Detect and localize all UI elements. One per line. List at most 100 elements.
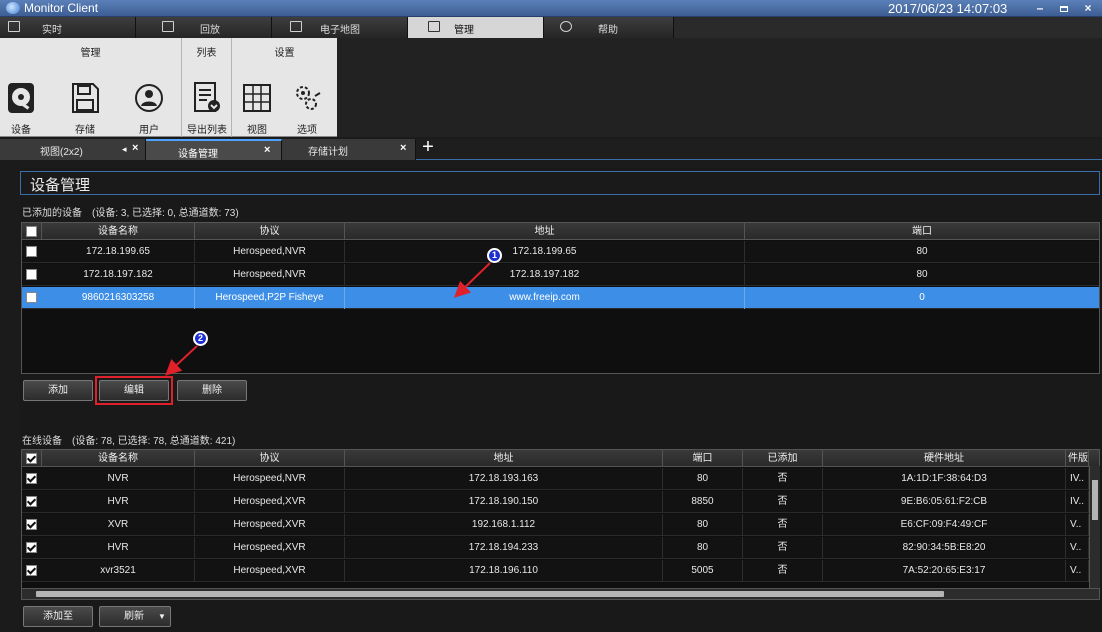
col-protocol[interactable]: 协议	[195, 450, 345, 467]
online-devices-caption: 在线设备 (设备: 78, 已选择: 78, 总通道数: 421)	[22, 436, 236, 447]
grid-view-icon	[243, 84, 271, 112]
cell-address: 172.18.190.150	[345, 491, 663, 513]
doc-tab-storage-plan[interactable]: 存储计划 ×	[282, 139, 416, 160]
cell-added: 否	[743, 514, 823, 536]
row-checkbox[interactable]	[26, 565, 37, 576]
nav-tab-help[interactable]: 帮助	[544, 17, 674, 38]
cell-address: 192.168.1.112	[345, 514, 663, 536]
row-checkbox[interactable]	[26, 473, 37, 484]
scrollbar-thumb[interactable]	[1092, 480, 1098, 520]
cell-port: 5005	[663, 560, 743, 582]
row-checkbox[interactable]	[26, 519, 37, 530]
ribbon-panel: 管理 设备 存储 用户 列表 导出列表 设置 视图 选项	[0, 38, 337, 137]
add-to-button[interactable]: 添加至	[23, 606, 93, 627]
cell-ver: V..	[1066, 537, 1089, 559]
app-window: Monitor Client 2017/06/23 14:07:03 – × 实…	[0, 0, 1102, 632]
cell-name: NVR	[42, 468, 195, 490]
help-icon	[560, 21, 572, 32]
col-firmware-version[interactable]: 件版	[1066, 450, 1089, 467]
col-protocol[interactable]: 协议	[195, 223, 345, 240]
cell-ver: IV..	[1066, 468, 1089, 490]
cell-address: 172.18.196.110	[345, 560, 663, 582]
cell-added: 否	[743, 537, 823, 559]
close-window-button[interactable]: ×	[1076, 0, 1100, 17]
row-checkbox[interactable]	[26, 292, 37, 303]
cell-protocol: Herospeed,XVR	[195, 537, 345, 559]
cell-name: HVR	[42, 491, 195, 513]
refresh-button[interactable]: 刷新 ▼	[99, 606, 171, 627]
delete-button[interactable]: 删除	[177, 380, 247, 401]
select-all-checkbox[interactable]	[26, 226, 37, 237]
export-list-icon	[194, 82, 220, 112]
cell-ver: V..	[1066, 514, 1089, 536]
cell-added: 否	[743, 560, 823, 582]
doc-tab-device-manage[interactable]: 设备管理 ×	[146, 139, 282, 160]
folder-icon	[428, 21, 440, 32]
close-tab-icon[interactable]: ×	[132, 142, 138, 154]
nav-tab-manage[interactable]: 管理	[408, 17, 544, 38]
table-row[interactable]: 172.18.199.65 Herospeed,NVR 172.18.199.6…	[22, 241, 1099, 263]
play-icon	[162, 21, 174, 32]
table-row[interactable]: HVR Herospeed,XVR 172.18.194.233 80 否 82:90:3…	[22, 537, 1089, 559]
app-logo-icon	[6, 2, 20, 14]
cell-mac: 1A:1D:1F:38:64:D3	[823, 468, 1066, 490]
col-port[interactable]: 端口	[663, 450, 743, 467]
doc-tab-view[interactable]: 视图(2x2) ◂ ×	[0, 139, 146, 160]
vertical-scrollbar[interactable]	[1089, 466, 1100, 588]
close-tab-icon[interactable]: ×	[400, 142, 406, 154]
col-device-name[interactable]: 设备名称	[42, 223, 195, 240]
table-row[interactable]: HVR Herospeed,XVR 172.18.190.150 8850 否 9E:B6…	[22, 491, 1089, 513]
gears-icon	[296, 86, 321, 110]
cell-added: 否	[743, 491, 823, 513]
cell-address: 172.18.194.233	[345, 537, 663, 559]
cell-protocol: Herospeed,XVR	[195, 560, 345, 582]
col-device-name[interactable]: 设备名称	[42, 450, 195, 467]
scrollbar-thumb[interactable]	[36, 591, 944, 597]
cell-ver: V..	[1066, 560, 1089, 582]
nav-tab-live[interactable]: 实时	[0, 17, 136, 38]
cell-name: xvr3521	[42, 560, 195, 582]
cell-mac: 7A:52:20:65:E3:17	[823, 560, 1066, 582]
row-checkbox[interactable]	[26, 496, 37, 507]
step-badge-2: 2	[193, 331, 208, 346]
nav-tab-playback[interactable]: 回放	[136, 17, 272, 38]
col-added[interactable]: 已添加	[743, 450, 823, 467]
table-row[interactable]: NVR Herospeed,NVR 172.18.193.163 80 否 1A:1D:1…	[22, 468, 1089, 490]
cell-mac: 82:90:34:5B:E8:20	[823, 537, 1066, 559]
col-hardware-address[interactable]: 硬件地址	[823, 450, 1066, 467]
select-all-checkbox[interactable]	[26, 453, 37, 464]
table-row[interactable]: 172.18.197.182 Herospeed,NVR 172.18.197.…	[22, 264, 1099, 286]
cell-name: XVR	[42, 514, 195, 536]
table-row[interactable]: XVR Herospeed,XVR 192.168.1.112 80 否 E6:CF:09…	[22, 514, 1089, 536]
cell-port: 80	[663, 537, 743, 559]
cell-protocol: Herospeed,NVR	[195, 468, 345, 490]
row-checkbox[interactable]	[26, 542, 37, 553]
added-devices-table: 设备名称 协议 地址 端口 172.18.199.65 Herospeed,NV…	[21, 222, 1100, 374]
table-row[interactable]: xvr3521 Herospeed,XVR 172.18.196.110 5005 否 7…	[22, 560, 1089, 582]
cell-added: 否	[743, 468, 823, 490]
edit-highlight-box	[95, 376, 173, 405]
add-button[interactable]: 添加	[23, 380, 93, 401]
cell-name: HVR	[42, 537, 195, 559]
maximize-button[interactable]	[1052, 0, 1076, 17]
close-tab-icon[interactable]: ×	[264, 144, 270, 156]
row-checkbox[interactable]	[26, 269, 37, 280]
cell-mac: 9E:B6:05:61:F2:CB	[823, 491, 1066, 513]
app-title: Monitor Client	[24, 1, 99, 15]
table-row-selected[interactable]: 9860216303258 Herospeed,P2P Fisheye www.…	[22, 287, 1099, 309]
dropdown-arrow-icon[interactable]: ▼	[158, 607, 166, 626]
ribbon-group-list: 列表 导出列表	[182, 38, 232, 137]
add-tab-button[interactable]: +	[418, 137, 438, 158]
row-checkbox[interactable]	[26, 246, 37, 257]
cell-port: 80	[663, 468, 743, 490]
nav-tab-emap[interactable]: 电子地图	[272, 17, 408, 38]
monitor-icon	[8, 21, 20, 32]
col-port[interactable]: 端口	[745, 223, 1099, 240]
table-header: 设备名称 协议 地址 端口 已添加 硬件地址 件版	[22, 450, 1099, 467]
datetime-display: 2017/06/23 14:07:03	[888, 1, 1008, 16]
minimize-button[interactable]: –	[1028, 0, 1052, 17]
col-address[interactable]: 地址	[345, 450, 663, 467]
ribbon-group-settings: 设置 视图 选项	[232, 38, 337, 137]
col-address[interactable]: 地址	[345, 223, 745, 240]
horizontal-scrollbar[interactable]	[21, 588, 1100, 600]
